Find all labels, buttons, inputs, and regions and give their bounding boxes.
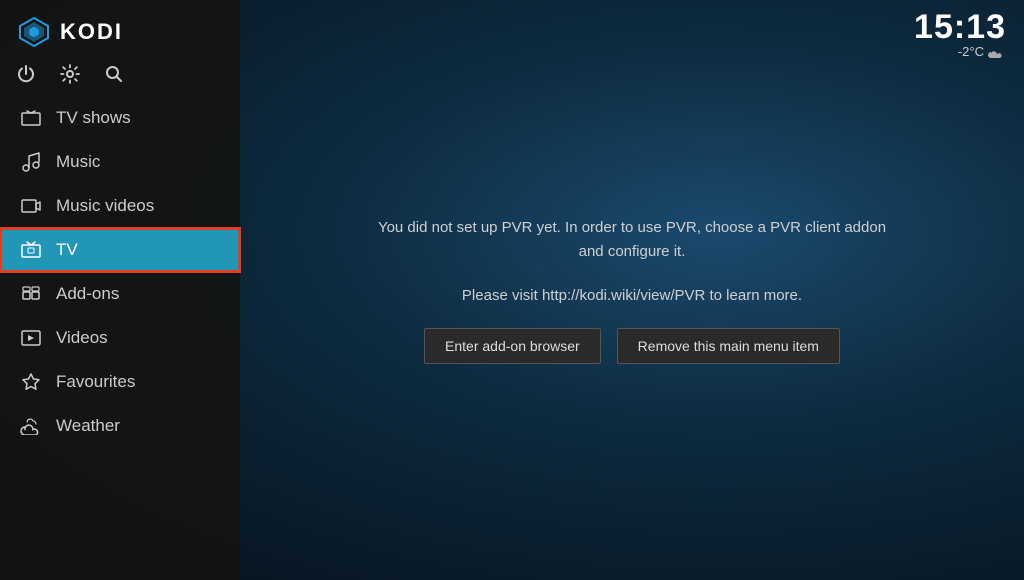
- sidebar-item-music-videos[interactable]: Music videos: [0, 184, 240, 228]
- remove-menu-item-button[interactable]: Remove this main menu item: [617, 328, 840, 364]
- tv-shows-icon: [20, 107, 42, 129]
- sidebar-item-music[interactable]: Music: [0, 140, 240, 184]
- sidebar-item-weather-label: Weather: [56, 416, 120, 436]
- sidebar-item-videos-label: Videos: [56, 328, 108, 348]
- sidebar: KODI: [0, 0, 240, 580]
- weather-nav-icon: [20, 415, 42, 437]
- sidebar-header: KODI: [0, 0, 240, 60]
- sidebar-item-tv-shows[interactable]: TV shows: [0, 96, 240, 140]
- main-content: 15:13 -2°C You did not set up PVR yet. I…: [240, 0, 1024, 580]
- icon-bar: [0, 60, 240, 96]
- search-icon[interactable]: [104, 64, 124, 84]
- tv-icon: [20, 239, 42, 261]
- sidebar-item-weather[interactable]: Weather: [0, 404, 240, 448]
- main-nav: TV shows Music: [0, 96, 240, 448]
- clock-info: -2°C: [914, 44, 1006, 59]
- pvr-buttons: Enter add-on browser Remove this main me…: [372, 328, 892, 364]
- sidebar-item-music-label: Music: [56, 152, 100, 172]
- settings-icon[interactable]: [60, 64, 80, 84]
- pvr-message-box: You did not set up PVR yet. In order to …: [352, 196, 912, 384]
- clock-time: 15:13: [914, 10, 1006, 44]
- sidebar-item-add-ons[interactable]: Add-ons: [0, 272, 240, 316]
- sidebar-item-add-ons-label: Add-ons: [56, 284, 119, 304]
- pvr-message-line1: You did not set up PVR yet. In order to …: [372, 216, 892, 264]
- kodi-logo: [16, 14, 52, 50]
- sidebar-item-favourites-label: Favourites: [56, 372, 135, 392]
- addon-icon: [20, 283, 42, 305]
- music-videos-icon: [20, 195, 42, 217]
- pvr-message-line2: Please visit http://kodi.wiki/view/PVR t…: [372, 284, 892, 308]
- sidebar-item-tv-label: TV: [56, 240, 78, 260]
- videos-icon: [20, 327, 42, 349]
- app-title: KODI: [60, 19, 123, 45]
- music-icon: [20, 151, 42, 173]
- sidebar-item-tv-shows-label: TV shows: [56, 108, 131, 128]
- sidebar-item-music-videos-label: Music videos: [56, 196, 154, 216]
- temperature: -2°C: [958, 44, 984, 59]
- cloud-icon: [988, 45, 1006, 59]
- sidebar-item-favourites[interactable]: Favourites: [0, 360, 240, 404]
- clock-area: 15:13 -2°C: [914, 10, 1006, 59]
- sidebar-item-tv[interactable]: TV: [0, 228, 240, 272]
- enter-addon-browser-button[interactable]: Enter add-on browser: [424, 328, 601, 364]
- app-container: KODI: [0, 0, 1024, 580]
- star-icon: [20, 371, 42, 393]
- sidebar-item-videos[interactable]: Videos: [0, 316, 240, 360]
- power-icon[interactable]: [16, 64, 36, 84]
